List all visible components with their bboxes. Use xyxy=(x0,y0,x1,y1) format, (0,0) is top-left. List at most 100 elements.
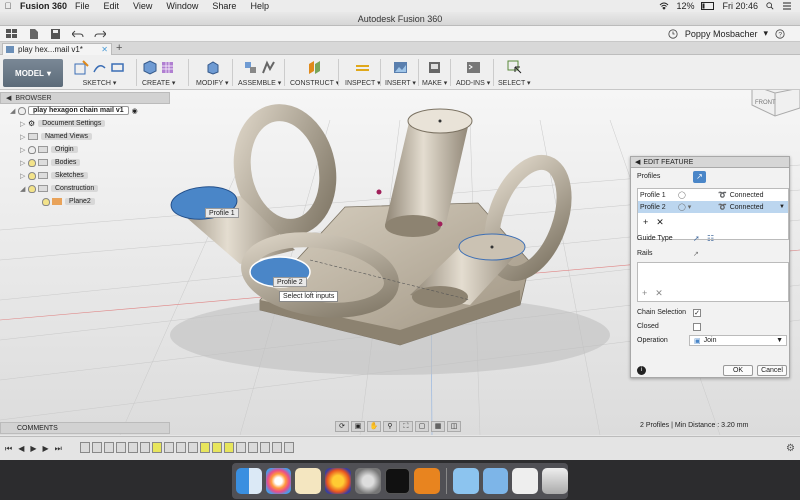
timeline-feature[interactable] xyxy=(140,442,150,453)
closed-checkbox[interactable] xyxy=(693,322,701,331)
look-at-icon[interactable]: ▣ xyxy=(351,421,365,432)
timeline-feature[interactable] xyxy=(200,442,210,453)
insert-image-icon[interactable] xyxy=(393,60,408,75)
rails-guide-icon[interactable]: ➚ xyxy=(693,234,700,243)
select-cursor-icon[interactable]: ↗ xyxy=(693,250,699,258)
go-to-end-icon[interactable]: ⏭ xyxy=(55,444,62,454)
go-to-start-icon[interactable]: ⏮ xyxy=(5,444,12,454)
rectangle-icon[interactable] xyxy=(110,60,125,75)
browser-item-sketches[interactable]: ▷ Sketches xyxy=(0,169,170,182)
browser-item-document-settings[interactable]: ▷ ⚙ Document Settings xyxy=(0,117,170,130)
profile-1-label[interactable]: Profile 1 xyxy=(205,208,239,218)
target-icon[interactable]: ◉ xyxy=(132,107,138,115)
remove-profile-icon[interactable]: ✕ xyxy=(656,217,664,228)
user-name[interactable]: Poppy Mosbacher xyxy=(685,29,758,39)
ribbon-group-sketch[interactable]: SKETCH ▾ xyxy=(74,57,125,89)
close-tab-icon[interactable]: ✕ xyxy=(101,45,108,54)
notes-icon[interactable] xyxy=(295,468,322,494)
expand-icon[interactable]: ◢ xyxy=(20,185,28,193)
visibility-bulb-icon[interactable] xyxy=(42,197,50,206)
timeline-feature[interactable] xyxy=(272,442,282,453)
add-rail-icon[interactable]: + xyxy=(642,288,647,299)
apple-icon[interactable]:  xyxy=(0,1,16,11)
timeline-feature[interactable] xyxy=(176,442,186,453)
grid-settings-icon[interactable]: ▦ xyxy=(431,421,445,432)
pan-icon[interactable]: ✋ xyxy=(367,421,381,432)
line-icon[interactable] xyxy=(92,60,107,75)
timeline-feature[interactable] xyxy=(128,442,138,453)
battery-icon[interactable] xyxy=(701,2,715,10)
measure-icon[interactable] xyxy=(355,60,370,75)
expand-icon[interactable]: ▷ xyxy=(20,146,28,154)
clock[interactable]: Fri 20:46 xyxy=(722,1,758,11)
new-component-icon[interactable] xyxy=(243,60,258,75)
step-forward-icon[interactable]: ▶ xyxy=(43,444,49,454)
offset-plane-icon[interactable] xyxy=(307,60,322,75)
help-icon[interactable]: ? xyxy=(774,28,786,39)
job-status-icon[interactable] xyxy=(667,28,679,39)
file-menu-icon[interactable] xyxy=(28,28,40,39)
point-marker[interactable] xyxy=(437,221,443,227)
rails-list[interactable]: + ✕ xyxy=(637,262,789,302)
timeline-feature[interactable] xyxy=(116,442,126,453)
browser-root[interactable]: ◢ play hexagon chain mail v1 ◉ xyxy=(0,104,170,117)
wifi-icon[interactable] xyxy=(659,2,669,10)
3d-print-icon[interactable] xyxy=(427,60,442,75)
browser-item-construction[interactable]: ◢ Construction xyxy=(0,182,170,195)
ribbon-group-assemble[interactable]: ASSEMBLE ▾ xyxy=(238,57,281,89)
firefox-icon[interactable] xyxy=(325,468,351,494)
downloads-folder-icon[interactable] xyxy=(482,468,509,494)
timeline-feature[interactable] xyxy=(80,442,90,453)
ribbon-group-addins[interactable]: ADD-INS ▾ xyxy=(456,57,490,89)
select-cursor-icon[interactable]: ↗ xyxy=(693,171,706,183)
collapse-icon[interactable]: ◀ xyxy=(635,158,640,166)
search-icon[interactable] xyxy=(765,2,775,10)
create-sketch-icon[interactable] xyxy=(74,59,89,75)
browser-item-origin[interactable]: ▷ Origin xyxy=(0,143,170,156)
trash-icon[interactable] xyxy=(542,468,568,494)
cancel-button[interactable]: Cancel xyxy=(757,365,787,376)
profile-status[interactable]: Connected xyxy=(730,192,764,199)
chevron-down-icon[interactable]: ▾ xyxy=(763,28,768,39)
finder-icon[interactable] xyxy=(236,468,262,494)
document-tab[interactable]: play hex...mail v1* ✕ xyxy=(2,43,112,55)
menu-view[interactable]: View xyxy=(133,1,152,11)
ribbon-group-select[interactable]: SELECT ▾ xyxy=(498,57,531,89)
step-back-icon[interactable]: ◀ xyxy=(18,444,24,454)
ribbon-group-make[interactable]: MAKE ▾ xyxy=(422,57,447,89)
profile-row-2[interactable]: Profile 2 ◯ ▾ ➰ Connected ▼ xyxy=(638,201,788,213)
expand-icon[interactable]: ◢ xyxy=(10,107,18,115)
info-icon[interactable]: i xyxy=(637,366,646,375)
terminal-icon[interactable] xyxy=(384,468,411,494)
timeline-feature[interactable] xyxy=(164,442,174,453)
ribbon-group-inspect[interactable]: INSPECT ▾ xyxy=(345,57,381,89)
centerline-guide-icon[interactable]: ☷ xyxy=(707,234,714,243)
profile-2-label[interactable]: Profile 2 xyxy=(273,277,307,287)
browser-item-named-views[interactable]: ▷ Named Views xyxy=(0,130,170,143)
save-icon[interactable] xyxy=(50,28,62,39)
fusion-360-icon[interactable] xyxy=(414,468,441,494)
applications-folder-icon[interactable] xyxy=(453,468,479,494)
collapse-icon[interactable]: ◀ xyxy=(6,94,11,102)
point-marker[interactable] xyxy=(376,189,382,195)
menu-file[interactable]: File xyxy=(75,1,90,11)
timeline-feature[interactable] xyxy=(248,442,258,453)
timeline-feature[interactable] xyxy=(104,442,114,453)
menu-edit[interactable]: Edit xyxy=(104,1,120,11)
timeline-feature[interactable] xyxy=(260,442,270,453)
visibility-bulb-icon[interactable] xyxy=(28,171,36,180)
scripts-icon[interactable] xyxy=(466,60,481,75)
workspace-switcher[interactable]: MODEL ▾ xyxy=(3,59,63,87)
menu-window[interactable]: Window xyxy=(166,1,198,11)
menu-app-name[interactable]: Fusion 360 xyxy=(20,1,67,11)
expand-icon[interactable]: ▷ xyxy=(20,120,28,128)
profile-shape-icon[interactable]: ◯ ▾ xyxy=(678,203,718,211)
add-profile-icon[interactable]: + xyxy=(643,217,648,227)
photos-icon[interactable] xyxy=(265,468,292,494)
display-settings-icon[interactable]: ▢ xyxy=(415,421,429,432)
zoom-icon[interactable]: ⚲ xyxy=(383,421,397,432)
expand-icon[interactable]: ▷ xyxy=(20,172,28,180)
expand-icon[interactable]: ▷ xyxy=(20,159,28,167)
select-icon[interactable] xyxy=(507,60,522,75)
box-icon[interactable] xyxy=(142,59,157,75)
